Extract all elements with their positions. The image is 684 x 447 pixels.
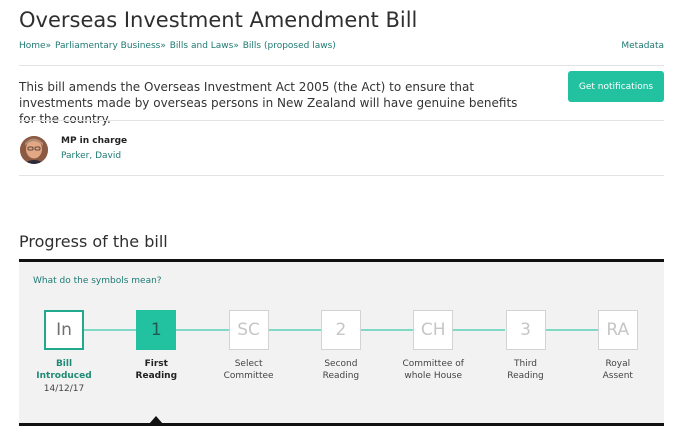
get-notifications-button[interactable]: Get notifications — [568, 71, 664, 102]
stage-label: Second Reading — [301, 358, 381, 382]
stage-label-line1: Bill — [55, 359, 73, 369]
current-stage-pointer-icon — [149, 416, 163, 424]
stage-label-line1: Royal — [605, 359, 631, 369]
stage-label-line2: Reading — [322, 371, 360, 381]
stage-date: 14/12/17 — [43, 384, 85, 394]
stage-label-line1: Second — [324, 359, 358, 369]
stage-symbol[interactable]: 2 — [320, 310, 361, 350]
stage-label: Third Reading — [486, 358, 566, 382]
metadata-link[interactable]: Metadata — [621, 41, 664, 51]
stage-connector — [268, 329, 321, 331]
stage-connector — [360, 329, 414, 331]
stage-symbol[interactable]: In — [44, 310, 84, 350]
avatar — [20, 136, 48, 164]
stage-label-line1: Select — [234, 359, 263, 369]
stage-connector — [84, 329, 137, 331]
stage-label-line1: Committee of — [402, 359, 464, 369]
breadcrumb-parliamentary-business[interactable]: Parliamentary Business — [55, 41, 160, 51]
breadcrumb-bills-and-laws[interactable]: Bills and Laws — [170, 41, 234, 51]
stage-label: Bill Introduced — [24, 358, 104, 382]
stage-label-line2: Reading — [135, 371, 178, 381]
stage-connector — [176, 329, 229, 331]
progress-title: Progress of the bill — [19, 232, 168, 251]
breadcrumb-separator: » — [233, 41, 239, 51]
breadcrumb-bills-proposed-laws[interactable]: Bills (proposed laws) — [243, 41, 336, 51]
symbols-help-link[interactable]: What do the symbols mean? — [33, 276, 162, 286]
mp-portrait-icon — [20, 136, 48, 164]
stage-symbol[interactable]: RA — [597, 310, 638, 350]
stage-label-line2: Reading — [507, 371, 544, 381]
breadcrumb-separator: » — [160, 41, 166, 51]
stage-label-line2: Committee — [223, 371, 274, 381]
stage-label: Royal Assent — [578, 358, 658, 382]
stage-label-line2: Assent — [602, 371, 633, 381]
stage-label: Committee of whole House — [393, 358, 473, 382]
stage-label: Select Committee — [209, 358, 289, 382]
stage-connector — [545, 329, 598, 331]
breadcrumb-separator: » — [45, 41, 52, 51]
stage-label-line2: whole House — [404, 371, 463, 381]
mp-label: MP in charge — [61, 136, 128, 146]
breadcrumb: Home» Parliamentary Business» Bills and … — [19, 41, 336, 51]
stage-label-line2: Introduced — [36, 371, 92, 381]
page-title: Overseas Investment Amendment Bill — [19, 8, 418, 32]
stage-symbol[interactable]: CH — [413, 310, 454, 350]
stage-label-line1: Third — [514, 359, 537, 369]
stage-symbol[interactable]: SC — [228, 310, 269, 350]
stage-label-line1: First — [144, 359, 168, 369]
divider — [19, 175, 664, 176]
stage-label: First Reading — [116, 358, 196, 382]
stage-symbol[interactable]: 3 — [505, 310, 546, 350]
divider — [19, 65, 664, 66]
stage-symbol[interactable]: 1 — [136, 310, 177, 350]
breadcrumb-home[interactable]: Home — [19, 41, 46, 51]
mp-name-link[interactable]: Parker, David — [61, 151, 121, 161]
divider — [19, 120, 664, 121]
stage-connector — [453, 329, 506, 331]
